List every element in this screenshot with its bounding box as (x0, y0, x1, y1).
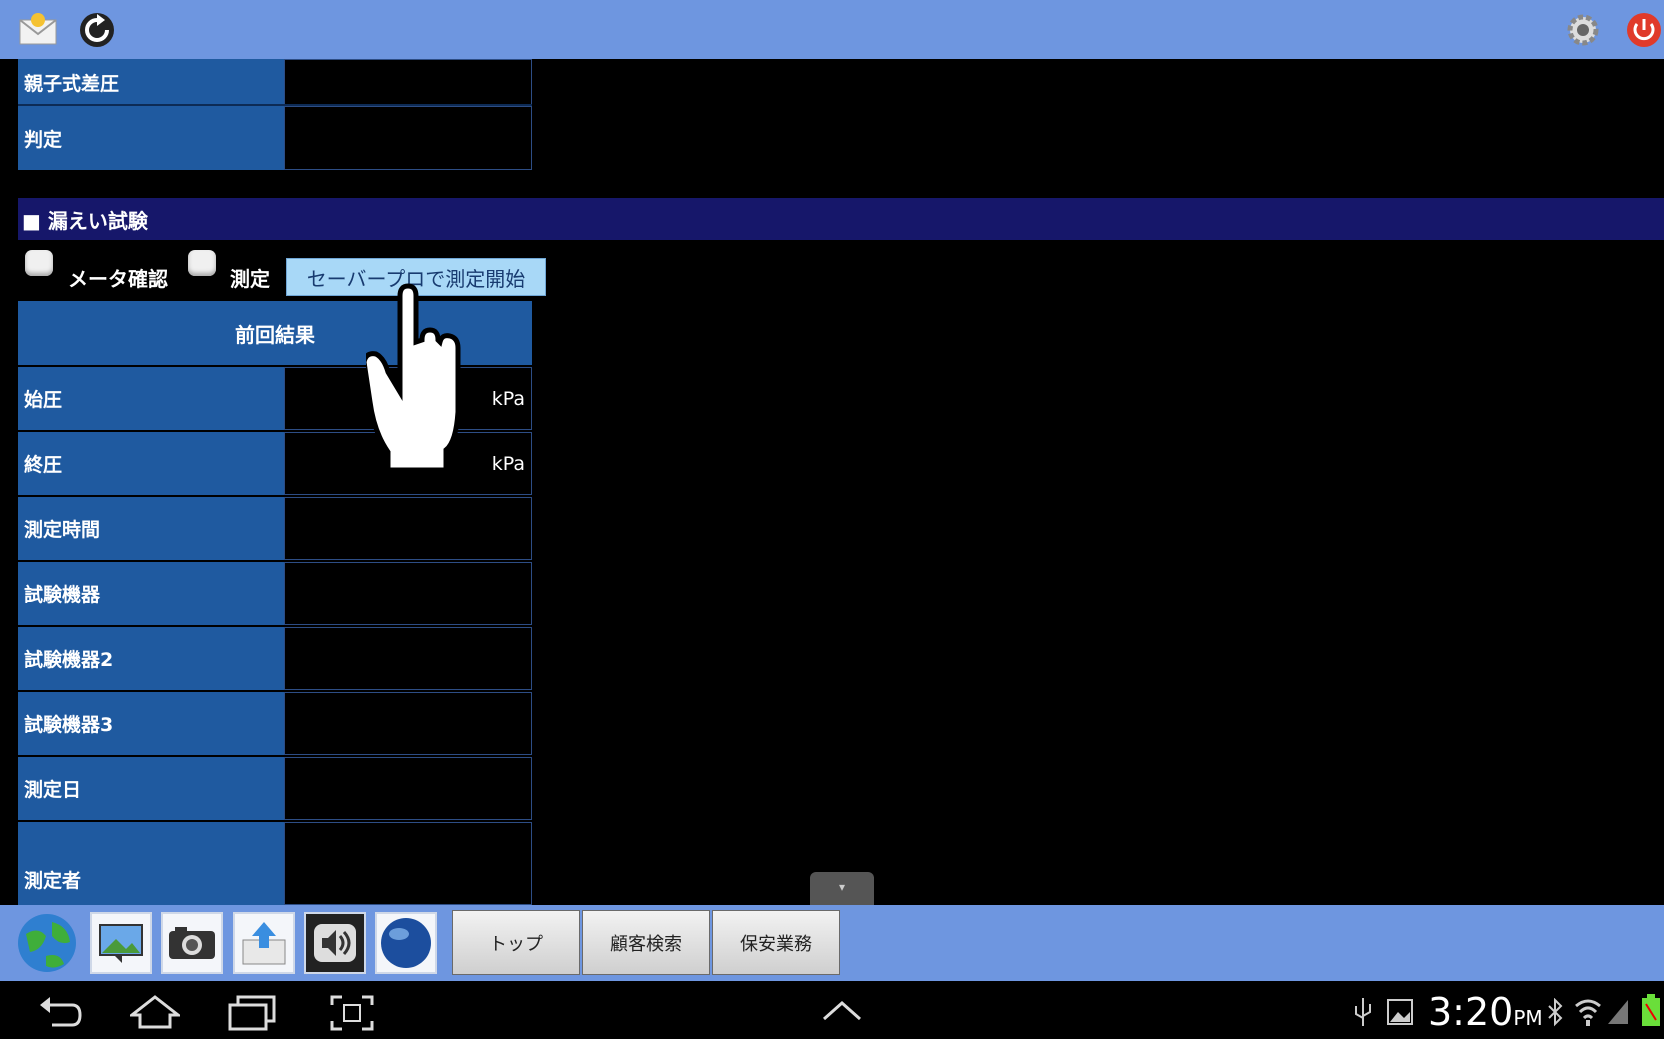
label-oyako-sa-atsu: 親子式差圧 (18, 59, 284, 105)
hand-pointer-icon (366, 283, 461, 472)
label-start-pressure: 始圧 (18, 367, 284, 430)
chevron-up-icon[interactable] (820, 995, 864, 1025)
clock-time: 3:20 (1428, 990, 1514, 1034)
recent-apps-icon[interactable] (228, 995, 276, 1031)
camera-icon[interactable] (161, 912, 223, 974)
earth-icon[interactable] (375, 912, 437, 974)
label-measure-time: 測定時間 (18, 497, 284, 560)
home-icon[interactable] (130, 995, 180, 1031)
back-icon[interactable] (38, 995, 82, 1031)
usb-icon (1355, 998, 1371, 1026)
measure-checkbox[interactable] (188, 250, 216, 276)
label-test-device: 試験機器 (18, 562, 284, 625)
value-measure-time (284, 497, 532, 560)
safety-work-button[interactable]: 保安業務 (712, 910, 840, 975)
value-test-device-2 (284, 627, 532, 690)
label-measure-date: 測定日 (18, 757, 284, 820)
globe-icon[interactable] (16, 912, 78, 974)
screenshot-icon[interactable] (330, 995, 374, 1031)
value-measure-date (284, 757, 532, 820)
value-hantei (284, 106, 532, 170)
image-notification-icon (1387, 999, 1413, 1025)
measure-label: 測定 (230, 267, 270, 291)
label-test-device-2: 試験機器2 (18, 627, 284, 690)
speaker-icon[interactable] (304, 912, 366, 974)
mail-icon[interactable] (18, 10, 58, 50)
wifi-icon (1575, 999, 1601, 1026)
power-icon[interactable] (1624, 10, 1664, 50)
value-test-device (284, 562, 532, 625)
refresh-icon[interactable] (77, 10, 117, 50)
label-test-device-3: 試験機器3 (18, 692, 284, 755)
signal-icon (1608, 1000, 1628, 1024)
status-clock: 3:20PM (1428, 990, 1543, 1034)
scroll-handle[interactable]: ▾ (810, 872, 874, 906)
clock-ampm: PM (1513, 1006, 1543, 1030)
value-measurer (284, 822, 532, 905)
label-measurer: 測定者 (18, 822, 284, 905)
label-end-pressure: 終圧 (18, 432, 284, 495)
value-test-device-3 (284, 692, 532, 755)
value-oyako-sa-atsu (284, 59, 532, 105)
top-toolbar (0, 0, 1664, 59)
top-nav-button[interactable]: トップ (452, 910, 580, 975)
meter-check-checkbox[interactable] (25, 250, 53, 276)
section-header-leak-test: ■ 漏えい試験 (18, 198, 1664, 240)
customer-search-button[interactable]: 顧客検索 (582, 910, 710, 975)
slideshow-icon[interactable] (90, 912, 152, 974)
meter-check-label: メータ確認 (68, 267, 168, 291)
battery-icon (1642, 994, 1660, 1026)
upload-icon[interactable] (233, 912, 295, 974)
bluetooth-icon (1548, 998, 1563, 1027)
gear-icon[interactable] (1563, 10, 1603, 50)
label-hantei: 判定 (18, 106, 284, 170)
